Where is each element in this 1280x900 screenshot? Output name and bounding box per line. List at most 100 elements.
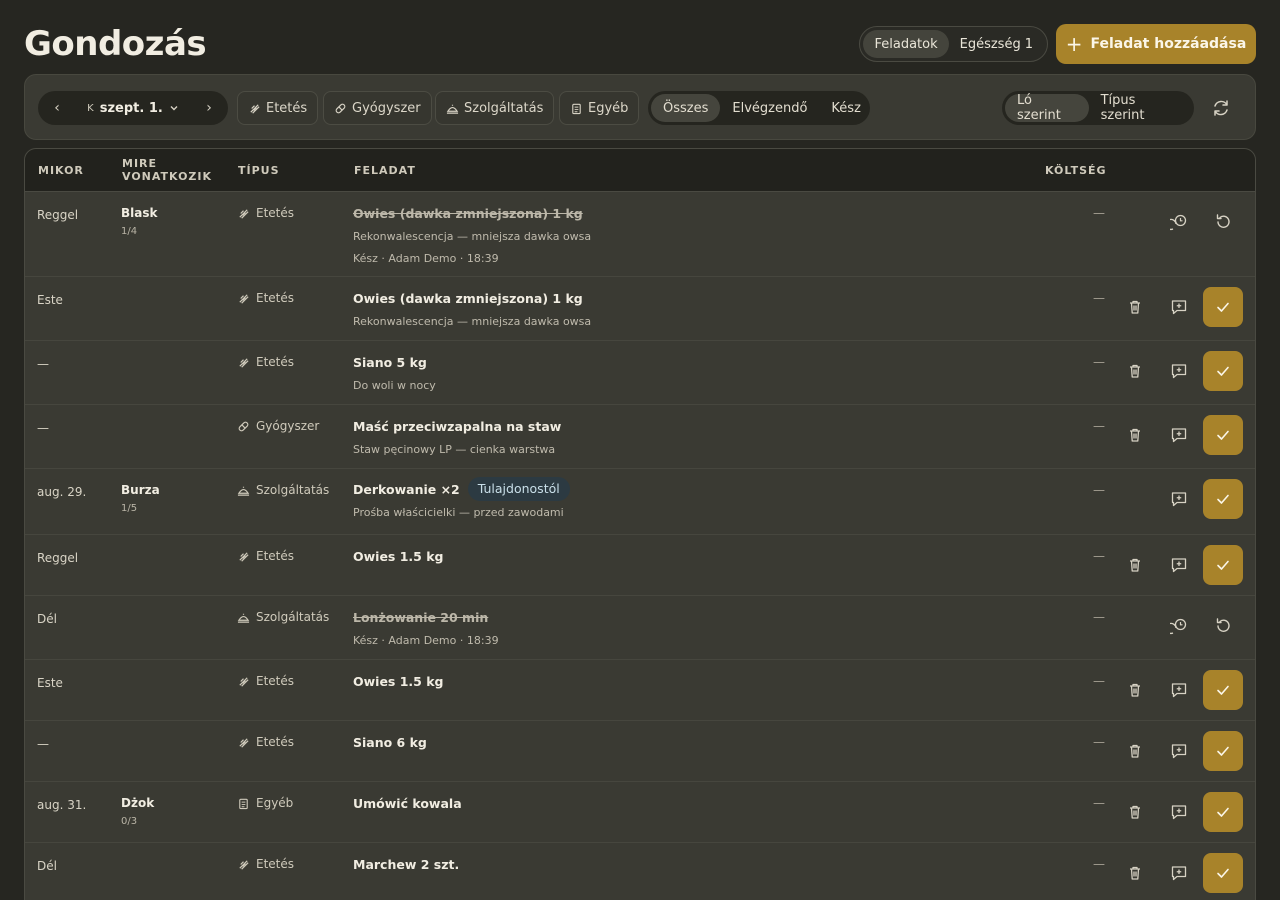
table-header: MIKOR MIRE VONATKOZIK TÍPUS FELADAT KÖLT… — [25, 149, 1255, 192]
task-title: Derkowanie ×2 Tulajdonostól — [353, 477, 570, 501]
add-comment-icon[interactable] — [1167, 739, 1191, 763]
task-title: Owies (dawka zmniejszona) 1 kg — [353, 206, 591, 221]
owner-request-badge: Tulajdonostól — [467, 477, 570, 501]
complete-task-button[interactable] — [1203, 351, 1243, 391]
task-title-text: Owies (dawka zmniejszona) 1 kg — [353, 291, 583, 306]
complete-task-button[interactable] — [1203, 415, 1243, 455]
plus-icon: + — [1065, 32, 1083, 56]
col-horse-line1: MIRE — [122, 157, 158, 170]
trash-icon[interactable] — [1123, 861, 1147, 885]
type-label: Etetés — [256, 355, 295, 369]
trash-icon[interactable] — [1123, 678, 1147, 702]
row-cost: — — [1093, 291, 1105, 305]
chevron-right-icon[interactable]: › — [200, 100, 218, 116]
tab-health[interactable]: Egészség 1 — [949, 30, 1044, 58]
date-picker[interactable]: K szept. 1. — [87, 101, 179, 116]
filter-chip-service[interactable]: Szolgáltatás — [435, 91, 555, 125]
group-by-type[interactable]: Típus szerint — [1089, 93, 1191, 123]
row-horse[interactable]: Burza 1/5 — [121, 483, 160, 514]
status-filter: Összes Elvégzendő Kész — [648, 91, 870, 125]
add-comment-icon[interactable] — [1167, 678, 1191, 702]
type-label: Egyéb — [256, 796, 294, 810]
trash-icon[interactable] — [1123, 359, 1147, 383]
table-row: Reggel Etetés Owies 1.5 kg — — [25, 535, 1255, 596]
task-title: Umówić kowala — [353, 796, 462, 811]
task-title: Owies 1.5 kg — [353, 674, 444, 689]
add-comment-icon[interactable] — [1167, 800, 1191, 824]
row-task: Derkowanie ×2 Tulajdonostól Prośba właścic… — [353, 477, 570, 519]
horse-name: Blask — [121, 206, 158, 220]
row-task: Owies (dawka zmniejszona) 1 kg Rekonwales… — [353, 206, 591, 265]
add-comment-icon[interactable] — [1167, 861, 1191, 885]
history-icon[interactable] — [1167, 210, 1191, 234]
filter-chip-feeding[interactable]: Etetés — [237, 91, 319, 125]
complete-task-button[interactable] — [1203, 731, 1243, 771]
trash-icon[interactable] — [1123, 553, 1147, 577]
add-comment-icon[interactable] — [1167, 359, 1191, 383]
history-icon[interactable] — [1167, 614, 1191, 638]
task-title: Marchew 2 szt. — [353, 857, 459, 872]
complete-task-button[interactable] — [1203, 545, 1243, 585]
check-icon — [1215, 363, 1231, 379]
tab-health-label: Egészség — [959, 36, 1021, 52]
row-task: Lonżowanie 20 min Kész · Adam Demo · 18:3… — [353, 610, 499, 647]
status-done[interactable]: Kész — [819, 94, 872, 122]
complete-task-button[interactable] — [1203, 287, 1243, 327]
col-horse-line2: VONATKOZIK — [122, 170, 213, 183]
col-type: TÍPUS — [238, 164, 280, 177]
refresh-icon[interactable] — [1209, 96, 1233, 120]
status-todo[interactable]: Elvégzendő — [720, 94, 819, 122]
trash-icon[interactable] — [1123, 739, 1147, 763]
row-when: Reggel — [37, 551, 79, 565]
trash-icon[interactable] — [1123, 800, 1147, 824]
complete-task-button[interactable] — [1203, 792, 1243, 832]
task-title: Siano 6 kg — [353, 735, 427, 750]
tab-tasks[interactable]: Feladatok — [863, 30, 949, 58]
filter-chip-medicine[interactable]: Gyógyszer — [323, 91, 432, 125]
horse-name: Dżok — [121, 796, 155, 810]
add-comment-icon[interactable] — [1167, 553, 1191, 577]
filter-label: Egyéb — [588, 100, 629, 116]
horse-progress: 1/4 — [121, 226, 138, 237]
row-type: Etetés — [237, 735, 294, 749]
check-icon — [1215, 491, 1231, 507]
view-switch: Feladatok Egészség 1 — [859, 26, 1048, 62]
row-horse[interactable]: Blask 1/4 — [121, 206, 157, 237]
add-task-button[interactable]: + Feladat hozzáadása — [1056, 24, 1256, 64]
service-icon — [237, 613, 250, 623]
complete-task-button[interactable] — [1203, 670, 1243, 710]
row-when: aug. 29. — [37, 485, 87, 499]
col-cost: KÖLTSÉG — [1045, 164, 1107, 177]
row-type: Etetés — [237, 291, 294, 305]
task-title-text: Marchew 2 szt. — [353, 857, 460, 872]
task-title-text: Owies 1.5 kg — [353, 549, 444, 564]
feed-icon — [239, 208, 249, 219]
row-horse[interactable]: Dżok 0/3 — [121, 796, 154, 827]
row-when: Reggel — [37, 208, 79, 222]
trash-icon[interactable] — [1123, 295, 1147, 319]
undo-icon[interactable] — [1211, 210, 1235, 234]
add-comment-icon[interactable] — [1167, 295, 1191, 319]
row-when: — — [37, 737, 49, 751]
trash-icon[interactable] — [1123, 423, 1147, 447]
add-comment-icon[interactable] — [1167, 487, 1191, 511]
undo-icon[interactable] — [1211, 614, 1235, 638]
status-all[interactable]: Összes — [651, 94, 721, 122]
row-cost: — — [1093, 355, 1105, 369]
weekday-label: K — [87, 102, 94, 114]
filter-chip-other[interactable]: Egyéb — [559, 91, 640, 125]
feed-icon — [239, 676, 249, 687]
check-icon — [1215, 427, 1231, 443]
task-title: Siano 5 kg — [353, 355, 436, 370]
feed-icon — [250, 103, 260, 114]
group-by-horse[interactable]: Ló szerint — [1005, 93, 1089, 123]
task-title-text: Umówić kowala — [353, 796, 462, 811]
check-icon — [1215, 557, 1231, 573]
chevron-left-icon[interactable]: ‹ — [48, 100, 66, 116]
row-when: Dél — [37, 612, 57, 626]
complete-task-button[interactable] — [1203, 853, 1243, 893]
horse-progress: 1/5 — [121, 503, 138, 514]
add-comment-icon[interactable] — [1167, 423, 1191, 447]
complete-task-button[interactable] — [1203, 479, 1243, 519]
feed-icon — [239, 551, 249, 562]
